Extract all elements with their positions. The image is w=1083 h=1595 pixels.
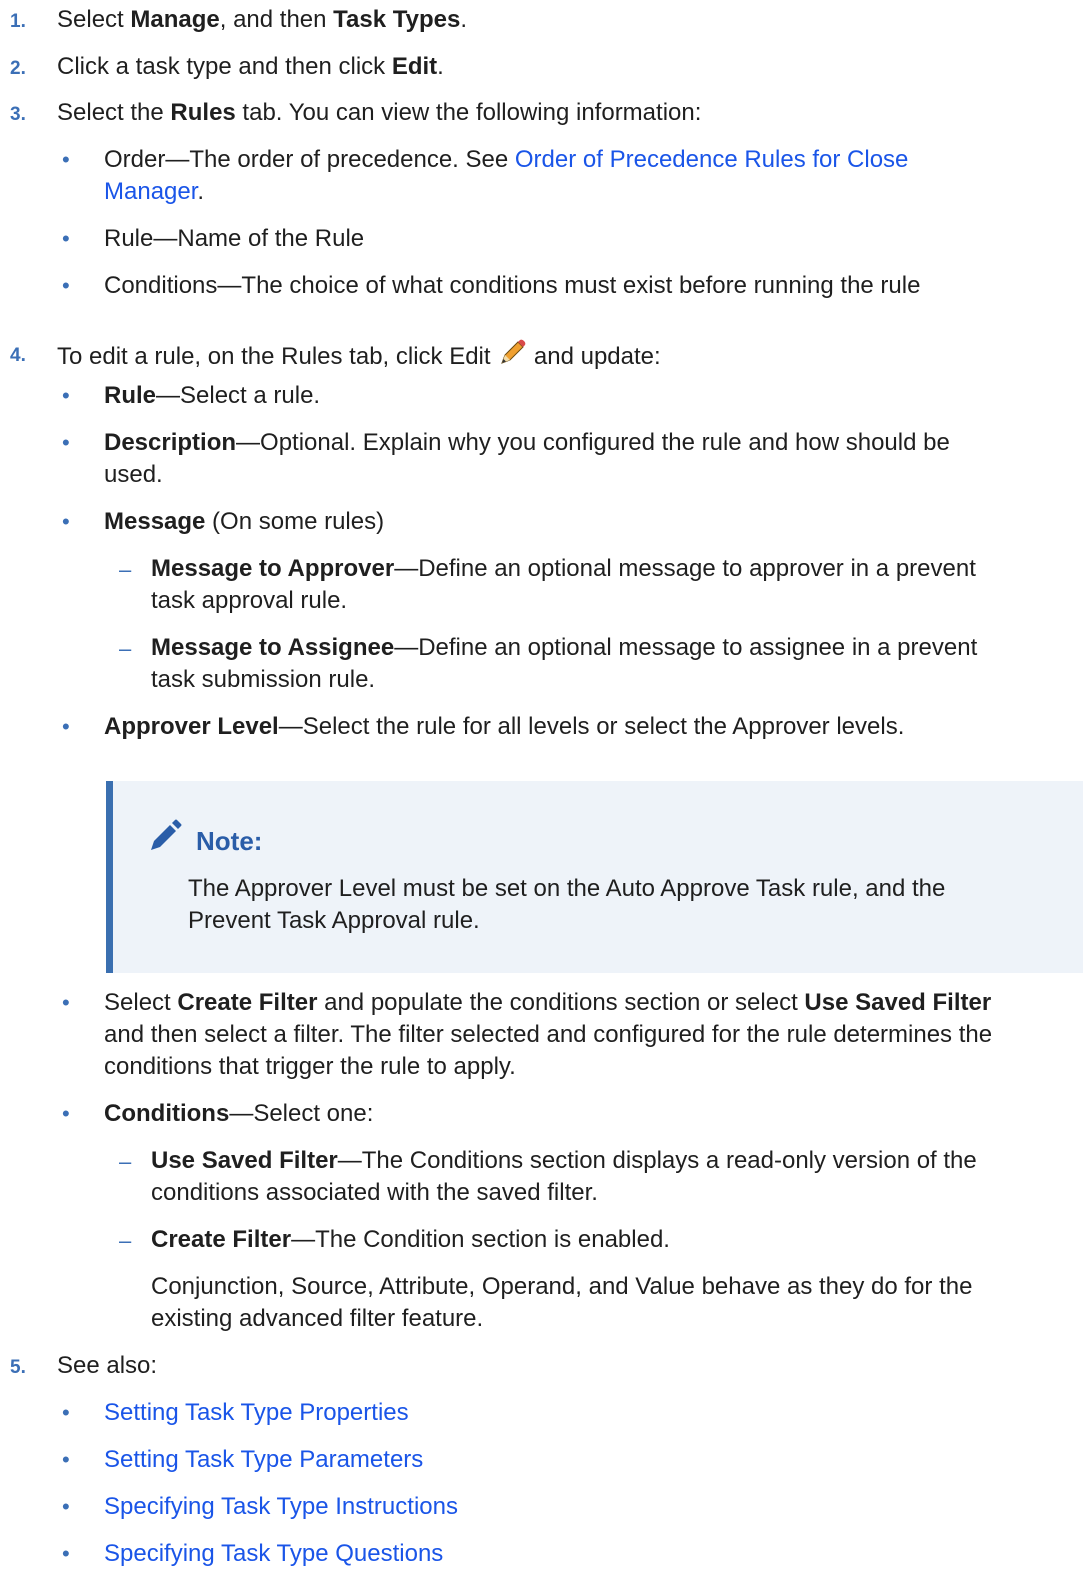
pencil-icon (148, 819, 182, 862)
step-3-text: Select the Rules tab. You can view the f… (57, 99, 702, 126)
bullet-conditions-select: Conditions—Select one: (104, 1100, 374, 1127)
step-number: 4. (10, 345, 26, 366)
bullet: • (62, 509, 70, 534)
bullet-order-cont: Manager. (104, 178, 205, 205)
bullet-description: Description—Optional. Explain why you co… (104, 429, 950, 456)
sub-use-saved-filter-cont: conditions associated with the saved fil… (151, 1179, 598, 1206)
link-setting-task-type-properties[interactable]: Setting Task Type Properties (104, 1397, 409, 1429)
order-of-precedence-link[interactable]: Order of Precedence Rules for Close (515, 146, 909, 173)
step-number: 2. (10, 58, 26, 79)
bullet-rule-edit: Rule—Select a rule. (104, 382, 321, 409)
bullet: • (62, 1447, 70, 1472)
bullet-description-cont: used. (104, 461, 163, 488)
note-header: Note: (148, 819, 262, 862)
bullet: • (62, 1494, 70, 1519)
sub-create-filter: Create Filter—The Condition section is e… (151, 1226, 670, 1253)
bullet: • (62, 430, 70, 455)
bullet-conditions: Conditions—The choice of what conditions… (104, 272, 921, 299)
sub-message-assignee-cont: task submission rule. (151, 666, 376, 693)
bullet: • (62, 1101, 70, 1126)
step-4-text: To edit a rule, on the Rules tab, click … (57, 338, 661, 377)
document-page: 1. Select Manage, and then Task Types. 2… (0, 0, 1083, 1595)
sub-message-approver-cont: task approval rule. (151, 587, 348, 614)
step-2-text: Click a task type and then click Edit. (57, 53, 444, 80)
conjunction-text-cont: existing advanced filter feature. (151, 1305, 484, 1332)
bullet: • (62, 990, 70, 1015)
dash: – (119, 636, 132, 661)
sub-use-saved-filter: Use Saved Filter—The Conditions section … (151, 1147, 977, 1174)
dash: – (119, 557, 132, 582)
bullet: • (62, 1541, 70, 1566)
step-number: 3. (10, 104, 26, 125)
bullet: • (62, 1400, 70, 1425)
conjunction-text: Conjunction, Source, Attribute, Operand,… (151, 1273, 973, 1300)
bullet: • (62, 147, 70, 172)
bullet-order: Order—The order of precedence. See Order… (104, 146, 909, 173)
step-number: 1. (10, 11, 26, 32)
step-5-text: See also: (57, 1352, 158, 1379)
order-of-precedence-link-cont[interactable]: Manager (104, 178, 197, 205)
note-body: The Approver Level must be set on the Au… (188, 873, 945, 937)
sub-message-assignee: Message to Assignee—Define an optional m… (151, 634, 978, 661)
bullet-approver-level: Approver Level—Select the rule for all l… (104, 713, 905, 740)
note-title: Note: (196, 825, 263, 856)
note-line: Prevent Task Approval rule. (188, 907, 480, 934)
link-specifying-task-type-instructions[interactable]: Specifying Task Type Instructions (104, 1491, 458, 1523)
step-number: 5. (10, 1357, 26, 1378)
bullet-message: Message (On some rules) (104, 508, 385, 535)
bullet: • (62, 714, 70, 739)
note-box: Note: The Approver Level must be set on … (106, 781, 1083, 973)
pencil-icon (497, 338, 527, 377)
link-setting-task-type-parameters[interactable]: Setting Task Type Parameters (104, 1444, 423, 1476)
bullet-rule: Rule—Name of the Rule (104, 225, 365, 252)
bullet: • (62, 273, 70, 298)
step-1-text: Select Manage, and then Task Types. (57, 6, 468, 33)
dash: – (119, 1149, 132, 1174)
sub-message-approver: Message to Approver—Define an optional m… (151, 555, 976, 582)
bullet: • (62, 226, 70, 251)
bullet-select-filter-cont: and then select a filter. The filter sel… (104, 1021, 993, 1048)
bullet-select-filter: Select Create Filter and populate the co… (104, 989, 992, 1016)
note-line: The Approver Level must be set on the Au… (188, 875, 946, 902)
link-specifying-task-type-questions[interactable]: Specifying Task Type Questions (104, 1538, 443, 1570)
bullet-select-filter-cont: conditions that trigger the rule to appl… (104, 1053, 516, 1080)
bullet: • (62, 383, 70, 408)
dash: – (119, 1228, 132, 1253)
